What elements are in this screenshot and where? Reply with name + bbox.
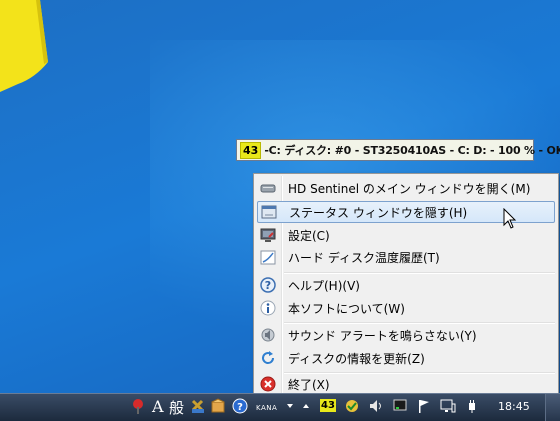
exit-icon [259,375,277,393]
temperature-badge: 43 [240,141,262,159]
tooltip-text: -C: ディスク: #0 - ST3250410AS - C: D: - 100… [264,144,560,157]
desktop-wallpaper-shape [0,0,48,92]
menu-item-label: ヘルプ(H)(V) [288,278,360,293]
menu-item-mute-sound-alert[interactable]: サウンド アラートを鳴らさない(Y) [257,324,555,346]
menu-item-about[interactable]: 本ソフトについて(W) [257,297,555,319]
kana-indicator[interactable]: KANA [256,404,277,412]
menu-item-label: ステータス ウィンドウを隠す(H) [289,205,468,220]
power-plug-icon[interactable] [464,398,480,414]
menu-item-exit[interactable]: 終了(X) [257,373,555,395]
help-icon: ? [259,276,277,294]
menu-item-label: サウンド アラートを鳴らさない(Y) [288,328,477,343]
hd-sentinel-tray-icon[interactable]: 43 [320,399,336,412]
action-center-flag-icon[interactable] [416,398,432,414]
mouse-cursor-icon [503,208,517,229]
pin-icon[interactable] [130,398,146,414]
status-tooltip: 43 -C: ディスク: #0 - ST3250410AS - C: D: - … [236,139,560,161]
menu-item-temperature-history[interactable]: ハード ディスク温度履歴(T) [257,246,555,268]
speaker-icon [259,326,277,344]
display-icon[interactable] [440,398,456,414]
chart-icon [259,248,277,266]
chevron-down-icon[interactable] [282,398,298,414]
settings-monitor-icon [259,226,277,244]
ime-dictionary-icon[interactable] [210,398,226,414]
show-hidden-icons-button[interactable] [298,398,314,414]
menu-item-label: ハード ディスク温度履歴(T) [288,250,440,265]
taskbar: A 般 ? KANA 43 18:45 [0,393,560,421]
ime-help-icon[interactable]: ? [232,398,248,414]
clock[interactable]: 18:45 [498,400,530,413]
svg-text:?: ? [237,402,243,413]
hdd-icon [259,179,277,197]
refresh-icon [259,349,277,367]
menu-item-open-main-window[interactable]: HD Sentinel のメイン ウィンドウを開く(M) [257,177,555,199]
ime-kanji-indicator[interactable]: 般 [169,397,184,418]
window-icon [260,203,278,221]
volume-icon[interactable] [368,398,384,414]
info-icon [259,299,277,317]
menu-item-label: HD Sentinel のメイン ウィンドウを開く(M) [288,181,531,196]
ime-mode-indicator[interactable]: A [152,397,164,416]
menu-item-label: 設定(C) [288,228,330,243]
context-menu: HD Sentinel のメイン ウィンドウを開く(M) ステータス ウィンドウ… [253,173,559,397]
menu-item-label: 本ソフトについて(W) [288,301,405,316]
menu-item-refresh-disk-info[interactable]: ディスクの情報を更新(Z) [257,347,555,369]
security-check-icon[interactable] [344,398,360,414]
menu-item-label: ディスクの情報を更新(Z) [288,351,425,366]
ime-tool-icon[interactable] [190,398,206,414]
show-desktop-button[interactable] [545,394,560,421]
svg-text:?: ? [265,279,271,292]
menu-item-label: 終了(X) [288,377,330,392]
network-monitor-icon[interactable] [392,398,408,414]
menu-item-help[interactable]: ? ヘルプ(H)(V) [257,274,555,296]
